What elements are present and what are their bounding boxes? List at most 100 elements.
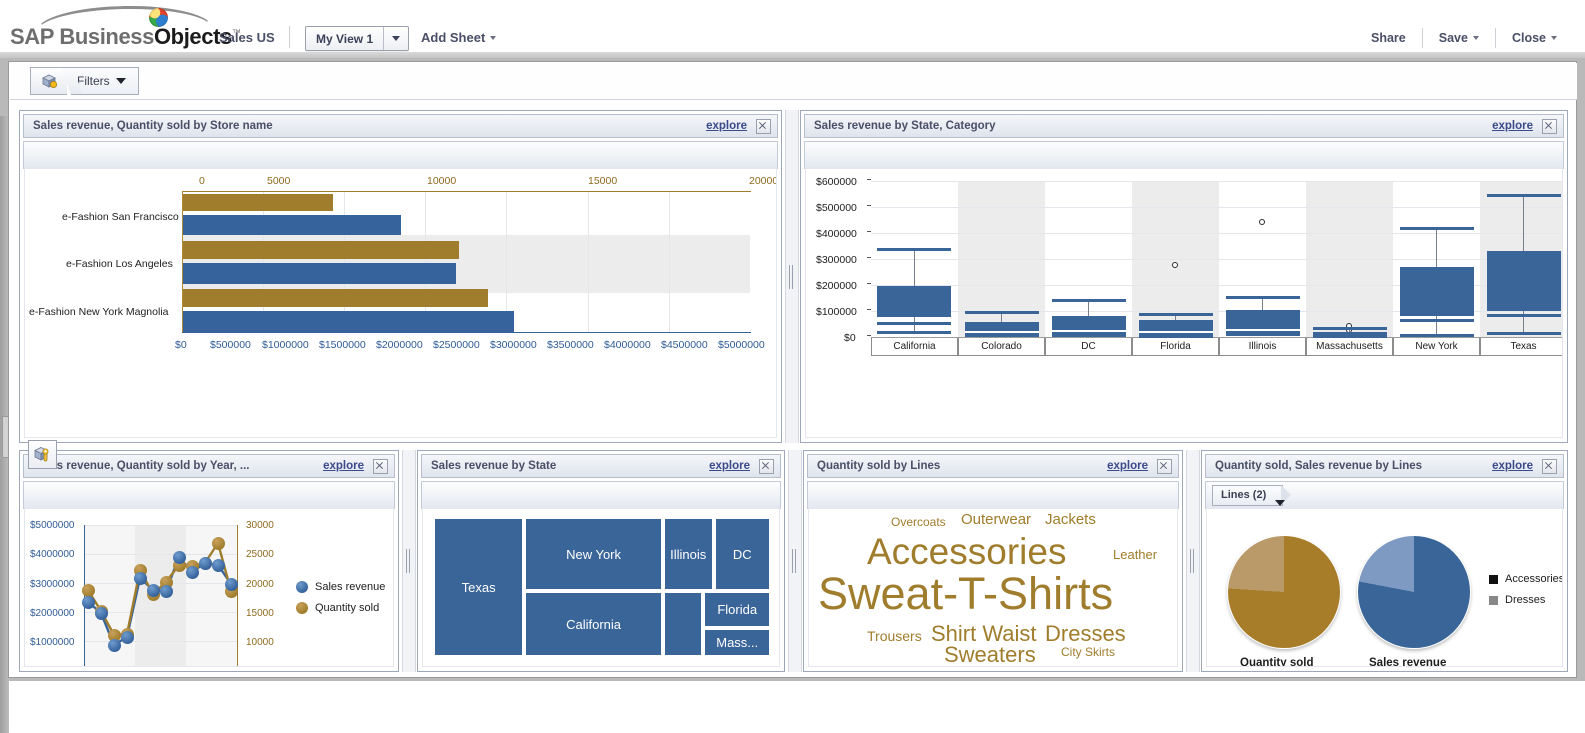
close-icon[interactable]	[1542, 459, 1557, 474]
category-label-texas[interactable]: Texas	[1480, 338, 1563, 356]
panel-state-treemap: Sales revenue by State explore Texas New…	[417, 450, 785, 672]
close-icon[interactable]	[373, 459, 388, 474]
legend-item-dresses[interactable]: Dresses	[1489, 594, 1563, 606]
chart-lines-pies[interactable]: Quantity sold Sales revenue Accessories	[1206, 508, 1563, 667]
legend-item-quantity-sold[interactable]: Quantity sold	[296, 602, 385, 614]
wordcloud-word[interactable]: Leather	[1113, 547, 1157, 562]
treemap-cell[interactable]	[663, 591, 704, 657]
panel-actions: explore	[709, 455, 774, 477]
legend-label: Sales revenue	[315, 581, 385, 593]
top-toolbar: SAP BusinessObjects™ Sales US My View 1 …	[0, 0, 1585, 58]
splitter-grip[interactable]	[789, 265, 795, 289]
share-button[interactable]: Share	[1355, 31, 1422, 45]
chart-state-boxplot[interactable]: $600000 $500000 $400000 $300000 $200000 …	[805, 168, 1563, 438]
explore-link[interactable]: explore	[709, 460, 750, 472]
explore-link[interactable]: explore	[1492, 460, 1533, 472]
treemap-cell[interactable]: Florida	[703, 591, 771, 627]
filters-tab[interactable]: Filters	[30, 67, 139, 95]
category-label-massachusetts[interactable]: Massachusetts	[1306, 338, 1393, 356]
close-icon[interactable]	[759, 459, 774, 474]
outlier-point[interactable]	[1259, 219, 1265, 225]
splitter-grip[interactable]	[1190, 549, 1196, 573]
explore-link[interactable]: explore	[1492, 120, 1533, 132]
bar-quantity-new-york[interactable]	[183, 289, 488, 307]
splitter-grip[interactable]	[792, 549, 798, 573]
panel-title: Quantity sold, Sales revenue by Lines	[1206, 460, 1422, 472]
bar-quantity-san-francisco[interactable]	[183, 194, 333, 211]
wordcloud-word[interactable]: Jackets	[1045, 511, 1096, 528]
panel-lines-wordcloud: Quantity sold by Lines explore Overcoats…	[803, 450, 1183, 672]
chevron-down-icon	[490, 36, 496, 40]
chart-year-line[interactable]: $5000000 $4000000 $3000000 $2000000 $100…	[24, 508, 394, 667]
legend-label: Quantity sold	[315, 602, 379, 614]
category-label-illinois[interactable]: Illinois	[1219, 338, 1306, 356]
category-label-dc[interactable]: DC	[1045, 338, 1132, 356]
pie-quantity-sold[interactable]	[1227, 535, 1341, 649]
explore-link[interactable]: explore	[706, 120, 747, 132]
panel-facet-bar	[421, 481, 781, 509]
wordcloud-word[interactable]: City Skirts	[1061, 645, 1115, 659]
legend-item-accessories[interactable]: Accessories	[1489, 573, 1563, 585]
category-label-florida[interactable]: Florida	[1132, 338, 1219, 356]
chart-state-treemap[interactable]: Texas New York California Illinois DC Fl…	[422, 508, 780, 667]
treemap-cell[interactable]: Texas	[433, 517, 524, 657]
view-selector-dropdown-arrow[interactable]	[383, 27, 408, 50]
treemap-cell[interactable]: Illinois	[663, 517, 714, 591]
splitter-grip[interactable]	[406, 549, 412, 573]
legend-marker-accessories	[1489, 575, 1498, 584]
pie-sales-revenue[interactable]	[1357, 535, 1471, 649]
panel-lines-pies: Quantity sold, Sales revenue by Lines ex…	[1201, 450, 1568, 672]
chart-lines-wordcloud[interactable]: Overcoats Outerwear Jackets Accessories …	[808, 508, 1178, 667]
category-label-new-york[interactable]: New York	[1393, 338, 1480, 356]
wordcloud-word[interactable]: Outerwear	[961, 511, 1031, 528]
panel-title: Sales revenue by State, Category	[805, 120, 996, 132]
vertical-splitter-b3[interactable]	[1186, 450, 1200, 672]
legend-item-sales-revenue[interactable]: Sales revenue	[296, 581, 385, 593]
save-button[interactable]: Save	[1423, 31, 1495, 45]
panel-header: Sales revenue, Quantity sold by Year, ..…	[23, 454, 395, 478]
close-icon[interactable]	[756, 119, 771, 134]
category-label-colorado[interactable]: Colorado	[958, 338, 1045, 356]
filters-label: Filters	[77, 74, 110, 88]
chart-store-bar[interactable]: 0 5000 10000 15000 20000 25000 30000 350…	[24, 168, 777, 438]
treemap-cell[interactable]: California	[524, 591, 663, 657]
application-window: SAP BusinessObjects™ Sales US My View 1 …	[0, 0, 1585, 681]
logo-sap-text: SAP Business	[10, 24, 154, 49]
view-selector-label: My View 1	[306, 27, 383, 50]
filters-bar: Filters	[10, 63, 1577, 100]
bar-quantity-los-angeles[interactable]	[183, 241, 459, 259]
facet-lines[interactable]: Lines (2)	[1212, 485, 1283, 506]
toolbar-divider-1	[289, 26, 290, 48]
bar-revenue-los-angeles[interactable]	[183, 263, 456, 284]
filters-dropdown[interactable]: Filters	[73, 67, 139, 95]
close-icon[interactable]	[1542, 119, 1557, 134]
vertical-splitter-b1[interactable]	[402, 450, 416, 672]
chart-legend: Accessories Dresses	[1489, 573, 1563, 615]
explore-link[interactable]: explore	[323, 460, 364, 472]
pie-label-quantity-sold: Quantity sold	[1240, 657, 1313, 667]
bar-revenue-san-francisco[interactable]	[183, 215, 401, 235]
add-sheet-button[interactable]: Add Sheet	[421, 30, 496, 45]
close-icon[interactable]	[1157, 459, 1172, 474]
wordcloud-word[interactable]: Accessories	[867, 531, 1066, 573]
treemap-cell[interactable]: Mass...	[703, 628, 771, 657]
explore-link[interactable]: explore	[1107, 460, 1148, 472]
panel-title: Sales revenue, Quantity sold by Year, ..…	[24, 460, 249, 472]
vertical-splitter-top[interactable]	[785, 110, 799, 443]
wordcloud-word[interactable]: Sweat-T-Shirts	[818, 568, 1113, 620]
vertical-splitter-b2[interactable]	[788, 450, 802, 672]
treemap-cell[interactable]: New York	[524, 517, 663, 591]
wordcloud-word[interactable]: Dresses	[1045, 621, 1126, 647]
outlier-point[interactable]	[1172, 262, 1178, 268]
close-button[interactable]: Close	[1496, 31, 1573, 45]
view-selector[interactable]: My View 1	[305, 26, 409, 51]
category-label-california[interactable]: California	[871, 338, 958, 356]
wordcloud-word[interactable]: Sweaters	[944, 642, 1036, 667]
cube-wrench-icon[interactable]	[28, 440, 57, 469]
bar-revenue-new-york[interactable]	[183, 311, 514, 332]
legend-marker-gold	[296, 602, 308, 614]
wordcloud-word[interactable]: Overcoats	[891, 515, 946, 529]
treemap-cell[interactable]: DC	[714, 517, 771, 591]
wordcloud-word[interactable]: Trousers	[867, 628, 922, 644]
chevron-down-icon	[1275, 500, 1285, 506]
